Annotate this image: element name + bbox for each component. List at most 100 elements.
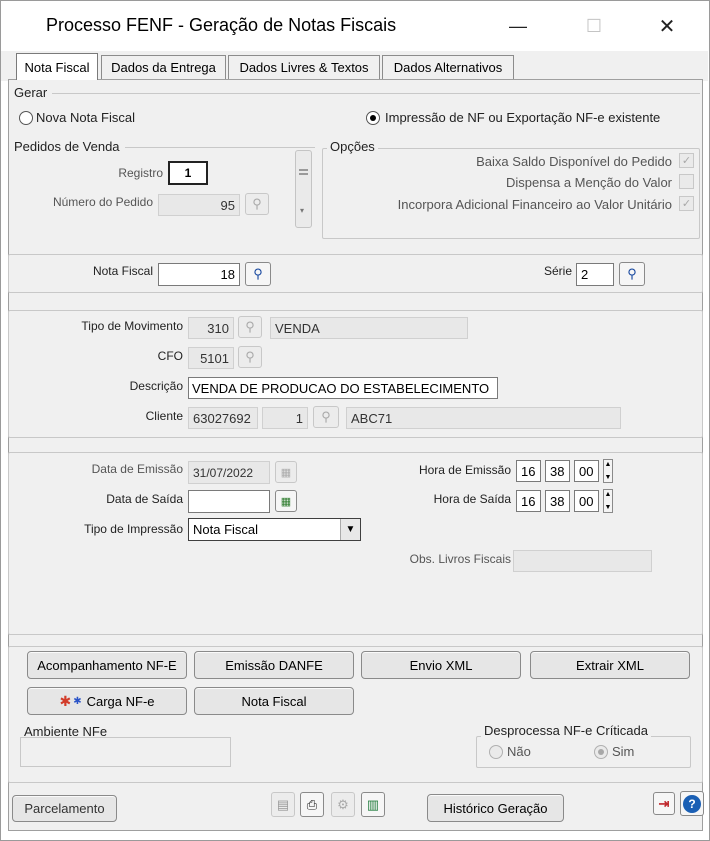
minimize-button[interactable]: — <box>498 8 538 44</box>
cliente-search-icon[interactable]: ⚲ <box>313 406 339 428</box>
tipo-movimento-code[interactable]: 310 <box>188 317 234 339</box>
baixa-saldo-checkbox[interactable]: ✓ <box>679 153 694 168</box>
help-button[interactable]: ? <box>680 791 704 816</box>
exit-icon[interactable]: ⇥ <box>653 792 675 815</box>
hora-saida-hh[interactable]: 16 <box>516 490 541 512</box>
cliente-name: ABC71 <box>346 407 621 429</box>
spin-up-icon[interactable]: ▲ <box>605 490 612 499</box>
hora-emissao-hh[interactable]: 16 <box>516 460 541 482</box>
cfo-label: CFO <box>157 349 183 363</box>
spin-up-icon[interactable]: ▲ <box>605 460 612 469</box>
gerar-title: Gerar <box>14 85 48 100</box>
chevron-down-icon[interactable]: ▼ <box>340 519 360 540</box>
scroll-down-icon[interactable]: ▾ <box>300 206 304 215</box>
baixa-saldo-label: Baixa Saldo Disponível do Pedido <box>476 154 672 169</box>
obs-livros-input[interactable] <box>513 550 652 572</box>
hora-saida-label: Hora de Saída <box>433 492 511 506</box>
opcoes-title: Opções <box>327 139 378 154</box>
hora-emissao-ss[interactable]: 00 <box>574 460 599 482</box>
data-emissao-label: Data de Emissão <box>91 462 183 476</box>
desprocessa-nao-label: Não <box>507 744 531 759</box>
numero-pedido-input[interactable]: 95 <box>158 194 240 216</box>
radio-desprocessa-sim[interactable] <box>594 745 608 759</box>
serie-label: Série <box>543 264 572 278</box>
serie-input[interactable]: 2 <box>576 263 614 286</box>
close-button[interactable]: ✕ <box>647 8 687 44</box>
extrair-xml-button[interactable]: Extrair XML <box>530 651 690 679</box>
emissao-danfe-button[interactable]: Emissão DANFE <box>194 651 354 679</box>
tipo-impressao-value: Nota Fiscal <box>193 522 259 537</box>
tipo-movimento-search-icon[interactable]: ⚲ <box>238 316 262 338</box>
hora-saida-mm[interactable]: 38 <box>545 490 570 512</box>
hora-emissao-label: Hora de Emissão <box>418 463 511 477</box>
scroll-grip-icon <box>299 169 308 175</box>
window-title: Processo FENF - Geração de Notas Fiscais <box>46 15 397 35</box>
hora-emissao-mm[interactable]: 38 <box>545 460 570 482</box>
maximize-button[interactable]: ☐ <box>574 8 614 44</box>
cliente-code[interactable]: 63027692 <box>188 407 258 429</box>
impressao-nf-label: Impressão de NF ou Exportação NF-e exist… <box>385 110 661 125</box>
registro-value: 1 <box>168 161 208 185</box>
incorpora-adicional-label: Incorpora Adicional Financeiro ao Valor … <box>397 197 672 212</box>
parcelamento-button[interactable]: Parcelamento <box>12 795 117 822</box>
gerar-separator <box>52 93 700 94</box>
dispensa-valor-label: Dispensa a Menção do Valor <box>506 175 672 190</box>
cliente-seq[interactable]: 1 <box>262 407 308 429</box>
tipo-movimento-label: Tipo de Movimento <box>81 319 183 333</box>
tab-dados-alternativos[interactable]: Dados Alternativos <box>382 55 514 79</box>
data-saida-input[interactable] <box>188 490 270 513</box>
radio-impressao-nf[interactable] <box>366 111 380 125</box>
pedido-scrollbar[interactable]: ▾ <box>295 150 312 228</box>
dispensa-valor-checkbox[interactable] <box>679 174 694 189</box>
radio-desprocessa-nao[interactable] <box>489 745 503 759</box>
export-icon[interactable]: ▤ <box>271 792 295 817</box>
help-icon: ? <box>683 794 701 813</box>
hora-saida-spinner[interactable]: ▲ ▼ <box>603 489 613 513</box>
incorpora-adicional-checkbox[interactable]: ✓ <box>679 196 694 211</box>
settings-gear-icon[interactable]: ⚙ <box>331 792 355 817</box>
carga-nfe-button[interactable]: ✱ ✱ Carga NF-e <box>27 687 187 715</box>
obs-livros-label: Obs. Livros Fiscais <box>409 552 511 566</box>
envio-xml-button[interactable]: Envio XML <box>361 651 521 679</box>
ambiente-field <box>20 737 231 767</box>
descricao-input[interactable]: VENDA DE PRODUCAO DO ESTABELECIMENTO <box>188 377 498 399</box>
registro-label: Registro <box>118 166 163 180</box>
tab-dados-entrega[interactable]: Dados da Entrega <box>101 55 226 79</box>
gear-small-icon: ✱ <box>73 695 82 707</box>
data-emissao-input[interactable]: 31/07/2022 <box>188 461 270 484</box>
pedidos-separator <box>125 147 315 148</box>
tipo-impressao-select[interactable]: Nota Fiscal ▼ <box>188 518 361 541</box>
nota-fiscal-button[interactable]: Nota Fiscal <box>194 687 354 715</box>
report-icon[interactable]: ▥ <box>361 792 385 817</box>
data-saida-label: Data de Saída <box>106 492 183 506</box>
data-emissao-calendar-icon[interactable]: ▦ <box>275 461 297 483</box>
cfo-search-icon[interactable]: ⚲ <box>238 346 262 368</box>
desprocessa-title: Desprocessa NF-e Críticada <box>481 723 651 738</box>
gears-icon: ✱ <box>59 692 72 709</box>
carga-nfe-label: Carga NF-e <box>86 693 155 709</box>
tab-dados-livres[interactable]: Dados Livres & Textos <box>228 55 380 79</box>
pedidos-title: Pedidos de Venda <box>14 139 120 154</box>
nota-fiscal-label: Nota Fiscal <box>92 264 153 278</box>
nota-fiscal-search-icon[interactable]: ⚲ <box>245 262 271 286</box>
descricao-label: Descrição <box>129 379 183 393</box>
spin-down-icon[interactable]: ▼ <box>605 473 612 482</box>
acompanhamento-nfe-button[interactable]: Acompanhamento NF-E <box>27 651 187 679</box>
tipo-impressao-label: Tipo de Impressão <box>84 522 183 536</box>
numero-pedido-label: Número do Pedido <box>52 195 153 209</box>
serie-search-icon[interactable]: ⚲ <box>619 262 645 286</box>
printer-icon[interactable]: ⎙ <box>300 792 324 817</box>
tab-nota-fiscal[interactable]: Nota Fiscal <box>16 53 98 80</box>
cfo-input[interactable]: 5101 <box>188 347 234 369</box>
pedido-search-icon[interactable]: ⚲ <box>245 193 269 215</box>
desprocessa-sim-label: Sim <box>612 744 635 759</box>
historico-geracao-button[interactable]: Histórico Geração <box>427 794 564 822</box>
spin-down-icon[interactable]: ▼ <box>605 503 612 512</box>
nota-fiscal-input[interactable]: 18 <box>158 263 240 286</box>
data-saida-calendar-icon[interactable]: ▦ <box>275 490 297 512</box>
hora-emissao-spinner[interactable]: ▲ ▼ <box>603 459 613 483</box>
tipo-movimento-desc: VENDA <box>270 317 468 339</box>
hora-saida-ss[interactable]: 00 <box>574 490 599 512</box>
radio-nova-nf[interactable] <box>19 111 33 125</box>
nova-nf-label: Nova Nota Fiscal <box>36 110 135 125</box>
